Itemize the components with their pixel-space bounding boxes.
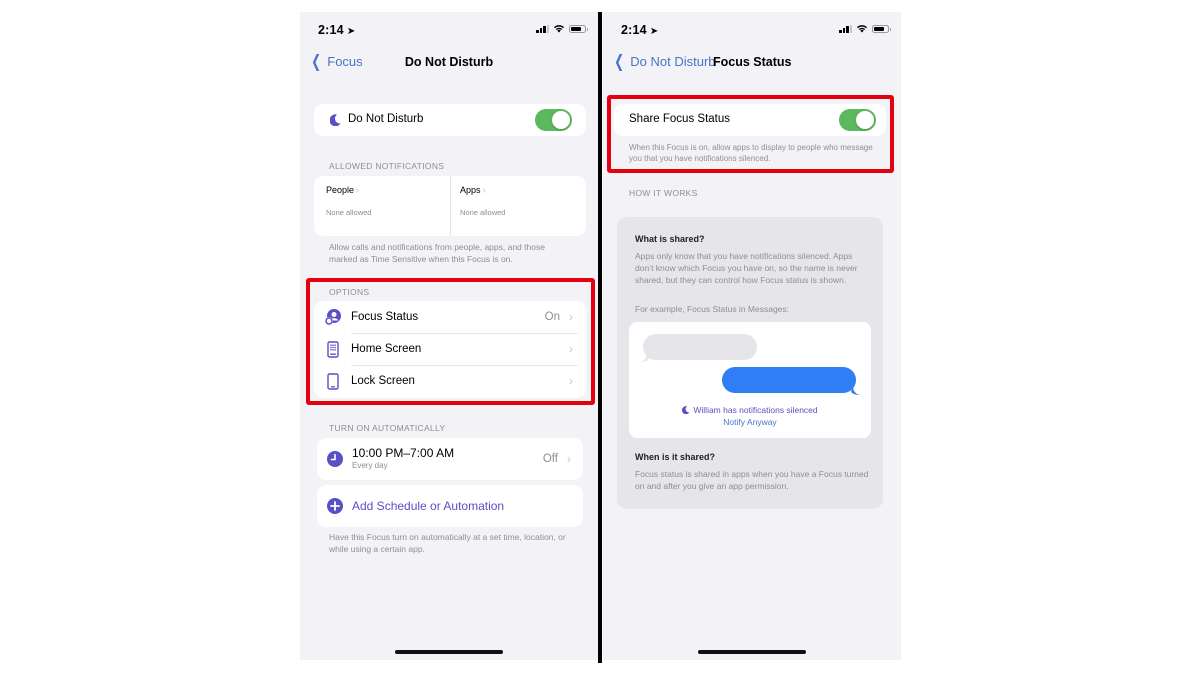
highlight-box-share [607,95,894,173]
how-it-works-panel: What is shared? Apps only know that you … [617,217,883,509]
add-schedule-label: Add Schedule or Automation [352,499,505,513]
time-text: 2:14 [318,23,344,37]
apps-value: None allowed [460,208,506,217]
clock-icon [327,451,343,467]
dnd-label: Do Not Disturb [348,113,424,125]
silenced-text: William has notifications silenced [693,405,818,415]
status-bar: 2:14 ➤ [300,12,598,48]
battery-icon [872,24,891,33]
what-is-shared-title: What is shared? [635,234,705,244]
nav-bar: ❮ Focus Do Not Disturb [300,52,598,74]
highlight-box-options [306,278,595,405]
status-bar: 2:14 ➤ [603,12,901,48]
time-text: 2:14 [621,23,647,37]
plus-circle-icon [327,498,343,514]
people-value: None allowed [326,208,372,217]
back-label: Do Not Disturb [630,54,716,69]
cellular-signal-icon [536,24,549,33]
people-label: People [326,185,355,195]
chevron-right-icon: › [567,452,571,466]
silenced-status-line: William has notifications silenced [629,405,871,415]
battery-icon [569,24,588,33]
automation-footer: Have this Focus turn on automatically at… [329,532,566,554]
screen-divider [598,12,602,663]
apps-label: Apps [460,185,481,195]
incoming-message-bubble [643,334,757,360]
do-not-disturb-screen: 2:14 ➤ ❮ Focus Do Not Disturb Do Not Dist… [300,12,598,660]
messages-preview: William has notifications silenced Notif… [629,322,871,438]
nav-bar: ❮ Do Not Disturb Focus Status [603,52,901,74]
what-is-shared-body: Apps only know that you have notificatio… [635,251,858,285]
cellular-signal-icon [839,24,852,33]
allowed-notifications-footer: Allow calls and notifications from peopl… [329,242,545,264]
moon-icon [682,406,690,415]
people-cell[interactable]: People › None allowed [314,176,450,236]
allowed-notifications-card: People › None allowed Apps › None allowed [314,176,586,236]
add-schedule-button[interactable]: Add Schedule or Automation [317,485,583,527]
chevron-right-icon: › [356,185,360,195]
section-header-how-it-works: HOW IT WORKS [629,188,698,198]
notify-anyway-link[interactable]: Notify Anyway [629,417,871,427]
outgoing-message-bubble [722,367,856,393]
status-time: 2:14 ➤ [318,23,355,37]
section-header-turn-on-automatically: TURN ON AUTOMATICALLY [329,423,446,433]
page-title: Focus Status [713,55,792,69]
chevron-right-icon: › [482,185,486,195]
wifi-icon [554,25,564,33]
schedule-row[interactable]: 10:00 PM–7:00 AM Every day Off › [317,438,583,480]
location-arrow-icon: ➤ [649,26,659,37]
section-header-allowed-notifications: ALLOWED NOTIFICATIONS [329,161,445,171]
home-indicator[interactable] [395,650,503,654]
when-is-it-shared-title: When is it shared? [635,452,716,462]
bubble-tail [639,353,649,362]
example-label: For example, Focus Status in Messages: [635,304,790,314]
back-button[interactable]: ❮ Do Not Disturb [612,52,716,71]
moon-icon [330,114,341,126]
schedule-repeat: Every day [352,461,388,470]
chevron-left-icon: ❮ [614,52,625,71]
wifi-icon [857,25,867,33]
location-arrow-icon: ➤ [346,26,356,37]
page-title: Do Not Disturb [404,55,494,69]
dnd-toggle[interactable] [535,109,572,131]
dnd-toggle-row: Do Not Disturb [314,104,586,136]
apps-cell[interactable]: Apps › None allowed [451,176,586,236]
status-time: 2:14 ➤ [621,23,658,37]
home-indicator[interactable] [698,650,806,654]
when-is-it-shared-body: Focus status is shared in apps when you … [635,469,869,491]
bubble-tail [851,386,861,395]
schedule-time: 10:00 PM–7:00 AM [352,446,455,460]
schedule-status: Off [542,453,558,465]
focus-status-screen: 2:14 ➤ ❮ Do Not Disturb Focus Status Shar… [603,12,901,660]
